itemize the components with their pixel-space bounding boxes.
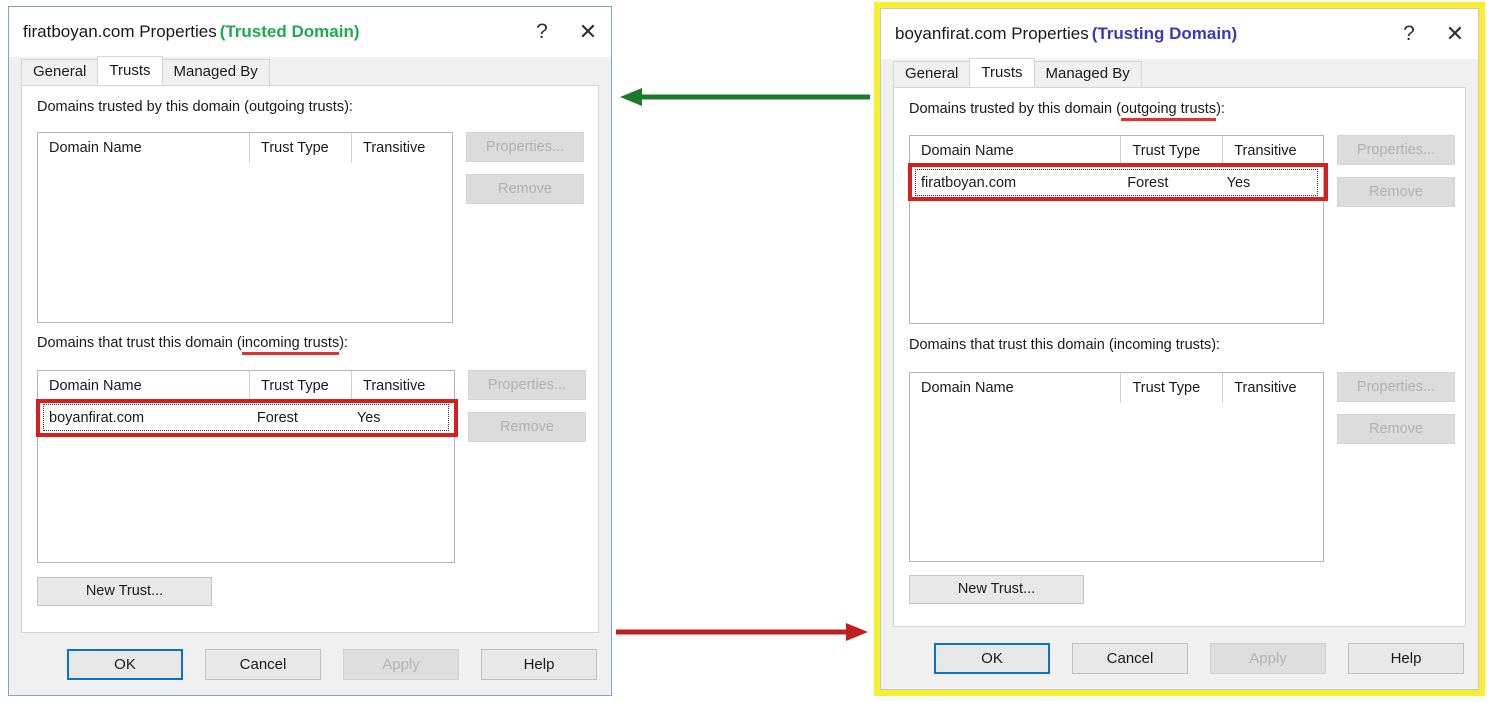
- column-header-trust-type[interactable]: Trust Type: [1121, 136, 1224, 166]
- cell-trust-type: Forest: [256, 409, 298, 426]
- tab-trusts[interactable]: Trusts: [97, 56, 163, 85]
- left-titlebar: firatboyan.com Properties (Trusted Domai…: [9, 7, 611, 57]
- tab-general[interactable]: General: [21, 59, 99, 85]
- cancel-button[interactable]: Cancel: [1072, 642, 1188, 674]
- left-trusts-page: Domains trusted by this domain (outgoing…: [21, 85, 599, 633]
- column-header-trust-type[interactable]: Trust Type: [250, 133, 352, 163]
- incoming-properties-button[interactable]: Properties...: [468, 370, 586, 400]
- right-newtrust-row: New Trust...: [909, 575, 1450, 604]
- trusting-domain-highlight-frame: boyanfirat.com Properties (Trusting Doma…: [874, 2, 1485, 696]
- left-outgoing-list-row: Domain Name Trust Type Transitive Proper…: [37, 132, 584, 323]
- right-window-title: boyanfirat.com Properties: [895, 24, 1089, 43]
- left-titlebar-buttons: ? ✕: [519, 7, 611, 57]
- left-outgoing-label-text: Domains trusted by this domain (outgoing…: [37, 99, 353, 115]
- ok-button[interactable]: OK: [934, 642, 1050, 674]
- left-window-title-tag: (Trusted Domain): [219, 22, 360, 41]
- right-incoming-label: Domains that trust this domain (incoming…: [909, 337, 1220, 353]
- right-outgoing-list-row: Domain Name Trust Type Transitive firatb…: [908, 135, 1455, 324]
- right-incoming-label-text: Domains that trust this domain (incoming…: [909, 337, 1221, 353]
- right-window-title-tag: (Trusting Domain): [1091, 24, 1238, 43]
- left-incoming-list-row: Domain Name Trust Type Transitive boyanf…: [36, 370, 586, 563]
- trusting-domain-properties-dialog: boyanfirat.com Properties (Trusting Doma…: [880, 8, 1479, 690]
- left-outgoing-side-buttons: Properties... Remove: [466, 132, 584, 204]
- left-outgoing-listbox[interactable]: Domain Name Trust Type Transitive: [37, 132, 453, 323]
- cell-transitive: Yes: [356, 409, 381, 426]
- table-row[interactable]: firatboyan.com Forest Yes: [915, 169, 1318, 196]
- right-outgoing-side-buttons: Properties... Remove: [1337, 135, 1455, 207]
- column-header-domain-name[interactable]: Domain Name: [910, 373, 1122, 403]
- column-header-transitive[interactable]: Transitive: [352, 371, 452, 401]
- apply-button[interactable]: Apply: [1210, 642, 1326, 674]
- column-header-domain-name[interactable]: Domain Name: [38, 133, 250, 163]
- cancel-button[interactable]: Cancel: [205, 648, 321, 680]
- left-newtrust-row: New Trust...: [37, 577, 583, 606]
- cell-domain-name: boyanfirat.com: [49, 409, 145, 426]
- incoming-remove-button[interactable]: Remove: [1337, 414, 1455, 444]
- column-header-trust-type[interactable]: Trust Type: [1121, 373, 1224, 403]
- left-tabstrip: General Trusts Managed By: [9, 56, 611, 85]
- right-incoming-header: Domain Name Trust Type Transitive: [910, 373, 1323, 403]
- column-header-trust-type[interactable]: Trust Type: [250, 371, 352, 401]
- right-incoming-list-row: Domain Name Trust Type Transitive Proper…: [909, 372, 1455, 562]
- right-outgoing-header: Domain Name Trust Type Transitive: [910, 136, 1323, 166]
- right-titlebar: boyanfirat.com Properties (Trusting Doma…: [881, 9, 1478, 59]
- green-left-arrow: [620, 88, 870, 106]
- help-button[interactable]: Help: [1348, 642, 1464, 674]
- apply-button[interactable]: Apply: [343, 648, 459, 680]
- outgoing-properties-button[interactable]: Properties...: [1337, 135, 1455, 165]
- column-header-transitive[interactable]: Transitive: [352, 133, 452, 163]
- left-incoming-side-buttons: Properties... Remove: [468, 370, 586, 442]
- tab-managed-by[interactable]: Managed By: [161, 59, 270, 85]
- column-header-transitive[interactable]: Transitive: [1223, 136, 1323, 166]
- right-tabstrip: General Trusts Managed By: [881, 58, 1478, 87]
- right-incoming-side-buttons: Properties... Remove: [1337, 372, 1455, 444]
- left-incoming-label-underlined: incoming trusts: [241, 335, 340, 355]
- column-header-domain-name[interactable]: Domain Name: [38, 371, 250, 401]
- new-trust-button[interactable]: New Trust...: [909, 575, 1084, 604]
- left-incoming-label-prefix: Domains that trust this domain (: [37, 335, 242, 351]
- right-outgoing-label-suffix: ):: [1216, 101, 1225, 117]
- new-trust-button[interactable]: New Trust...: [37, 577, 212, 606]
- incoming-properties-button[interactable]: Properties...: [1337, 372, 1455, 402]
- column-header-transitive[interactable]: Transitive: [1223, 373, 1323, 403]
- outgoing-remove-button[interactable]: Remove: [466, 174, 584, 204]
- incoming-remove-button[interactable]: Remove: [468, 412, 586, 442]
- trusted-domain-properties-dialog: firatboyan.com Properties (Trusted Domai…: [8, 6, 612, 696]
- left-outgoing-label: Domains trusted by this domain (outgoing…: [37, 99, 353, 115]
- left-incoming-listbox[interactable]: Domain Name Trust Type Transitive boyanf…: [36, 370, 458, 563]
- right-titlebar-buttons: ? ✕: [1386, 9, 1478, 59]
- outgoing-properties-button[interactable]: Properties...: [466, 132, 584, 162]
- help-button[interactable]: Help: [481, 648, 597, 680]
- right-incoming-listbox[interactable]: Domain Name Trust Type Transitive: [909, 372, 1324, 562]
- help-icon[interactable]: ?: [1386, 10, 1432, 58]
- cell-trust-type: Forest: [1127, 174, 1169, 191]
- help-icon[interactable]: ?: [519, 8, 565, 56]
- left-incoming-label: Domains that trust this domain (incoming…: [37, 335, 349, 355]
- right-outgoing-label-underlined: outgoing trusts: [1120, 101, 1217, 121]
- left-incoming-header: Domain Name Trust Type Transitive: [38, 371, 454, 401]
- right-trusts-page: Domains trusted by this domain (outgoing…: [893, 87, 1466, 627]
- ok-button[interactable]: OK: [67, 648, 183, 680]
- tab-trusts[interactable]: Trusts: [969, 58, 1035, 87]
- red-right-arrow: [616, 623, 868, 641]
- column-header-domain-name[interactable]: Domain Name: [910, 136, 1122, 166]
- left-window-title: firatboyan.com Properties: [23, 22, 217, 41]
- left-incoming-label-suffix: ):: [339, 335, 349, 351]
- right-outgoing-listbox[interactable]: Domain Name Trust Type Transitive firatb…: [908, 135, 1328, 324]
- right-outgoing-label: Domains trusted by this domain (outgoing…: [909, 101, 1225, 121]
- close-icon[interactable]: ✕: [1432, 10, 1478, 58]
- cell-domain-name: firatboyan.com: [921, 174, 1017, 191]
- close-icon[interactable]: ✕: [565, 8, 611, 56]
- table-row[interactable]: boyanfirat.com Forest Yes: [43, 404, 449, 431]
- left-outgoing-header: Domain Name Trust Type Transitive: [38, 133, 452, 163]
- tab-managed-by[interactable]: Managed By: [1033, 61, 1142, 87]
- right-footer: OK Cancel Apply Help: [881, 627, 1478, 689]
- left-footer: OK Cancel Apply Help: [9, 633, 611, 695]
- right-outgoing-label-prefix: Domains trusted by this domain (: [909, 101, 1121, 117]
- outgoing-remove-button[interactable]: Remove: [1337, 177, 1455, 207]
- cell-transitive: Yes: [1226, 174, 1251, 191]
- tab-general[interactable]: General: [893, 61, 971, 87]
